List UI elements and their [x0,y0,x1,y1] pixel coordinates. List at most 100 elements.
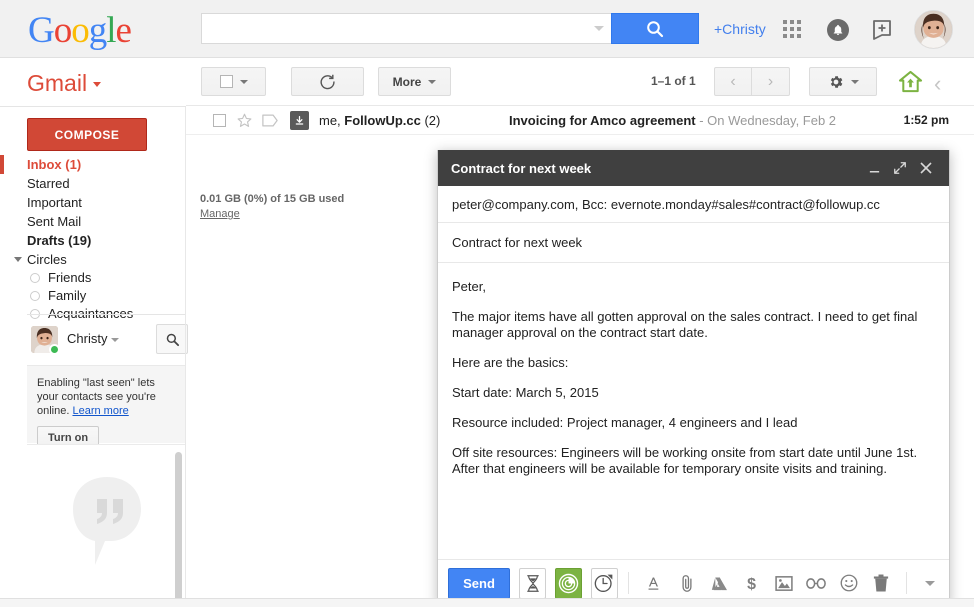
sidebar-item-starred[interactable]: Starred [0,174,186,193]
search-input[interactable] [202,14,587,43]
toolbar-divider [627,572,629,594]
manage-storage-link[interactable]: Manage [200,208,240,220]
gmail-label-dropdown[interactable]: Gmail [27,70,102,97]
select-all-button[interactable] [201,67,266,96]
followup-clock-button[interactable] [590,567,618,599]
compose-subject-field[interactable]: Contract for next week [438,223,949,263]
row-checkbox[interactable] [213,114,226,127]
followup-home-button[interactable] [898,70,923,94]
chat-status-dropdown[interactable]: Christy [67,331,120,346]
storage-info: 0.01 GB (0%) of 15 GB used Manage [200,192,344,222]
insert-money-button[interactable]: $ [741,570,763,596]
learn-more-link[interactable]: Learn more [72,405,128,417]
notifications-button[interactable] [827,19,849,41]
compose-recipients-field[interactable]: peter@company.com, Bcc: evernote.monday#… [438,186,949,223]
body-paragraph: Peter, [452,279,486,294]
logo-letter: o [53,10,72,51]
sender-followup: FollowUp.cc [344,113,421,128]
insert-drive-button[interactable] [708,570,730,596]
gmail-label-text: Gmail [27,70,88,96]
expand-button[interactable] [887,155,913,181]
minimize-icon [869,170,879,172]
send-button[interactable]: Send [448,567,511,599]
google-logo[interactable]: Google [28,10,132,51]
sidebar-item-friends[interactable]: Friends [0,269,186,287]
more-button[interactable]: More [378,67,451,96]
star-icon[interactable] [236,112,253,129]
expand-icon [894,162,906,174]
minimize-button[interactable] [861,155,887,181]
next-page-button[interactable]: › [752,67,790,96]
sidebar-item-family[interactable]: Family [0,287,186,305]
search-options-caret-icon[interactable] [594,26,604,31]
sender-me: me, [319,113,345,128]
search-area [201,13,699,44]
compose-button[interactable]: COMPOSE [27,118,147,151]
mail-toolbar: More 1–1 of 1 ‹ › ‹ [186,58,974,106]
toolbar-divider [906,572,907,594]
logo-letter: e [115,10,132,51]
sidebar-item-label: Important [27,195,82,210]
sidebar-item-inbox[interactable]: Inbox (1) [0,155,186,174]
previous-page-button[interactable]: ‹ [714,67,752,96]
body-paragraph: Start date: March 5, 2015 [452,385,599,400]
search-box[interactable] [201,13,611,44]
attach-file-button[interactable] [676,570,698,596]
insert-photo-button[interactable] [773,570,795,596]
search-button[interactable] [611,13,699,44]
plus-profile-link[interactable]: +Christy [714,21,766,37]
sender-count: (2) [420,113,441,128]
sidebar-item-important[interactable]: Important [0,193,186,212]
compose-header[interactable]: Contract for next week [438,150,949,186]
discard-draft-button[interactable] [870,570,892,596]
move-to-inbox-icon[interactable] [290,111,309,130]
format-text-icon [648,577,659,590]
sidebar-item-label: Circles [27,252,67,267]
followup-target-button[interactable] [554,567,582,599]
sidebar-item-label: Family [48,288,87,303]
insert-link-button[interactable] [805,570,827,596]
more-options-button[interactable] [924,580,935,586]
subject-snippet: - On Wednesday, Feb 2 [695,113,837,128]
body-paragraph: Here are the basics: [452,355,569,370]
logo-letter: g [88,10,107,51]
close-icon [920,162,932,174]
chat-search-button[interactable] [156,324,188,354]
followup-hourglass-button[interactable] [519,567,546,599]
compose-window: Contract for next week peter@company.com… [437,150,950,607]
sidebar-item-label: Starred [27,176,70,191]
sidebar-item-circles[interactable]: Circles [0,250,186,269]
checkbox-icon [219,75,233,88]
active-indicator [0,155,4,174]
chevron-down-icon [428,79,437,84]
gmail-app: Google +Christy Gmail More 1–1 of 1 ‹ › … [0,0,974,607]
nav-list: Inbox (1) Starred Important Sent Mail Dr… [0,155,186,323]
last-seen-text: Enabling "last seen" lets your contacts … [37,376,176,418]
sidebar-item-drafts[interactable]: Drafts (19) [0,231,186,250]
settings-button[interactable] [809,67,877,96]
pagination-count: 1–1 of 1 [651,74,696,88]
important-marker-icon[interactable] [262,114,278,127]
sidebar-item-label: Drafts (19) [27,233,92,248]
sidebar-border [185,107,186,607]
compose-body[interactable]: Peter, The major items have all gotten a… [438,263,949,559]
clock-reminder-icon [594,574,613,592]
sidebar-item-sent-mail[interactable]: Sent Mail [0,212,186,231]
body-paragraph: The major items have all gotten approval… [452,309,918,340]
share-button[interactable] [872,19,896,41]
insert-emoji-button[interactable] [837,570,859,596]
collapse-panel-button[interactable]: ‹ [934,71,941,97]
apps-grid-icon[interactable] [783,20,804,41]
chat-scrollbar[interactable] [175,452,182,607]
close-button[interactable] [913,155,939,181]
hangouts-bubble-icon [73,477,141,565]
circle-icon [30,273,40,283]
logo-letter: o [71,10,89,51]
avatar[interactable] [914,10,953,49]
online-status-dot [49,344,60,355]
sidebar-item-label: Friends [48,270,92,285]
refresh-button[interactable] [291,67,364,96]
table-row[interactable]: me, FollowUp.cc (2) Invoicing for Amco a… [186,106,974,135]
format-text-button[interactable] [644,570,666,596]
more-label: More [392,74,422,89]
